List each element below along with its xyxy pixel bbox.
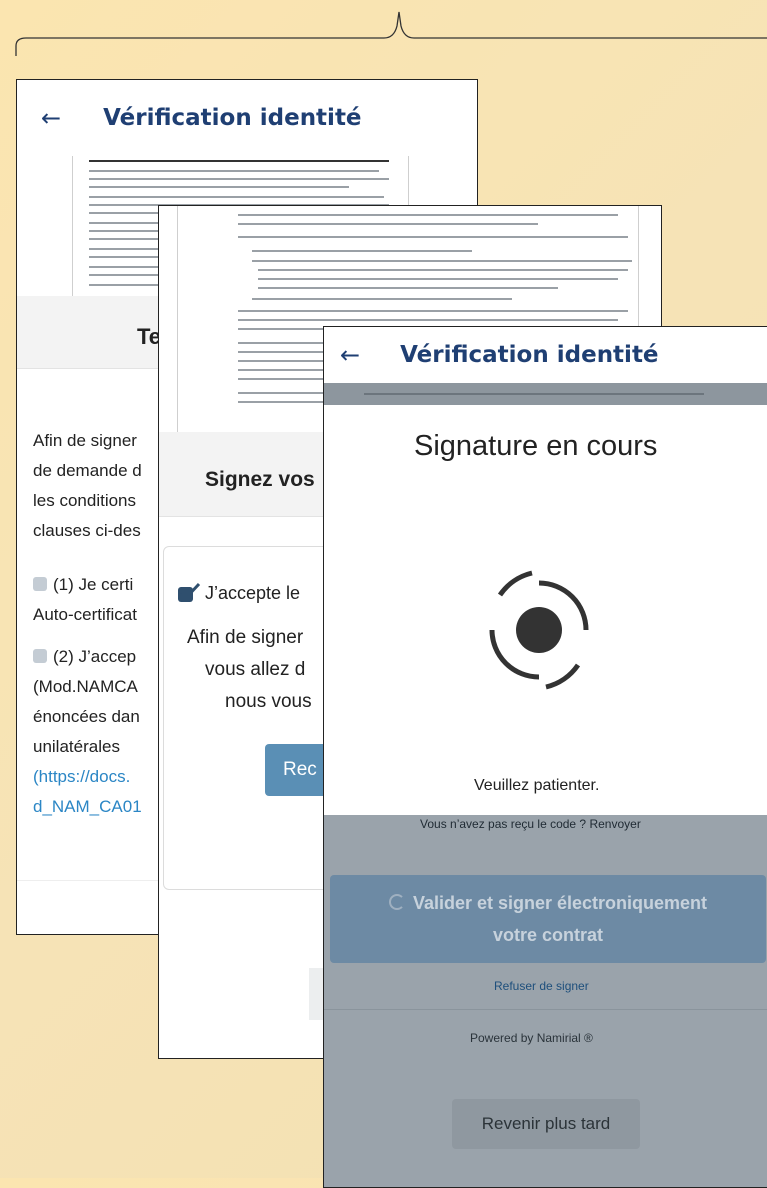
bracket-decoration [15, 11, 767, 56]
validate-sign-button[interactable]: Valider et signer électroniquement votre… [330, 875, 766, 963]
phone-screen-signing: ← Vérification identité Signature en cou… [323, 326, 767, 1188]
accept-row[interactable]: J’accepte le [177, 582, 300, 604]
sign-heading: Signez vos [205, 468, 315, 491]
intro-paragraph: Afin de signer de demande d les conditio… [33, 431, 142, 540]
page-title: Vérification identité [103, 105, 362, 131]
document-strip [324, 383, 767, 405]
checkbox-2[interactable] [33, 649, 47, 663]
app-header: ← Vérification identité [324, 327, 767, 383]
modal-message: Veuillez patienter. [474, 777, 600, 794]
spinner-icon [489, 570, 589, 690]
modal-title: Signature en cours [414, 430, 658, 462]
resend-link[interactable]: Renvoyer [589, 817, 640, 831]
consent-item-2: (2) J’accep (Mod.NAMCA énoncées dan unil… [33, 642, 142, 822]
terms-link-cont[interactable]: d_NAM_CA01 [33, 792, 142, 822]
arrow-left-icon[interactable]: ← [340, 341, 360, 369]
checkbox-1[interactable] [33, 577, 47, 591]
signing-modal: Signature en cours Veuillez patienter. [324, 405, 767, 815]
powered-by: Powered by Namirial ® [470, 1031, 593, 1045]
page-title: Vérification identité [400, 342, 659, 368]
refuse-link[interactable]: Refuser de signer [494, 979, 589, 993]
arrow-left-icon[interactable]: ← [41, 104, 61, 132]
checkbox-checked-icon[interactable] [177, 582, 201, 604]
terms-link[interactable]: (https://docs. [33, 762, 142, 792]
sign-explanation: Afin de signer vous allez d nous vous [187, 627, 312, 712]
app-header: ← Vérification identité [17, 80, 477, 156]
resend-row: Vous n’avez pas reçu le code ? Renvoyer [420, 817, 641, 831]
later-button[interactable]: Revenir plus tard [452, 1099, 640, 1149]
consent-item-1: (1) Je certi Auto-certificat [33, 575, 137, 624]
loading-icon [388, 894, 405, 910]
